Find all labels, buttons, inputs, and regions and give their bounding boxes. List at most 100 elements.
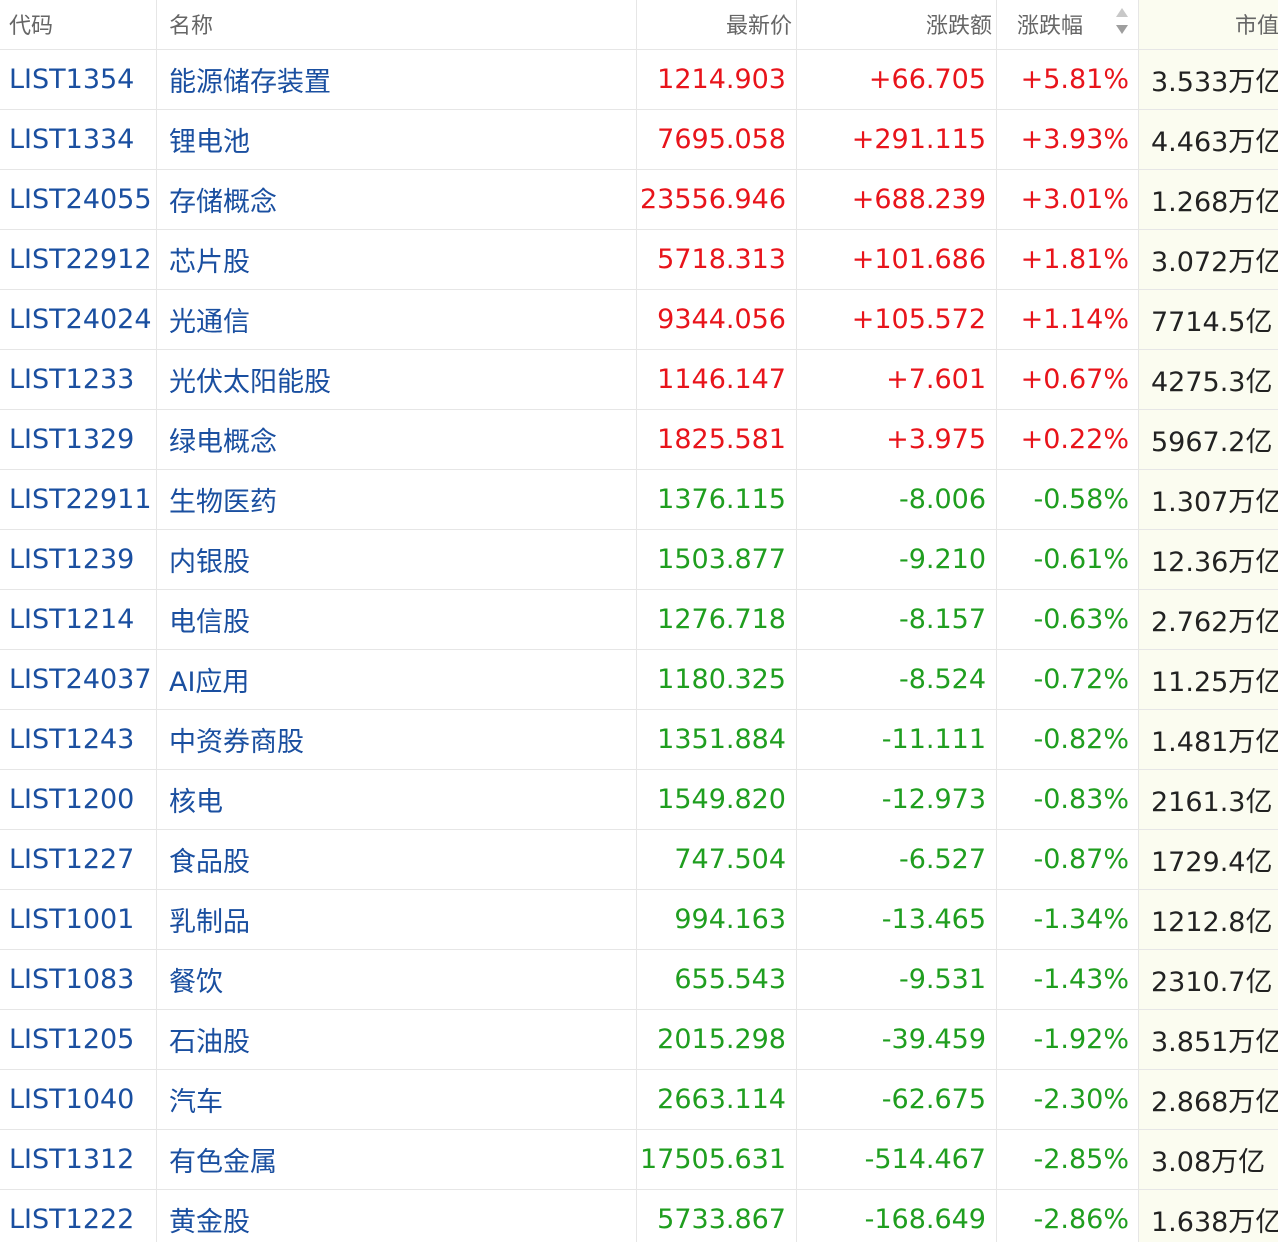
header-pct[interactable]: 涨跌幅 xyxy=(997,0,1139,49)
code-cell[interactable]: LIST1200 xyxy=(0,770,157,829)
pct-cell: +3.93% xyxy=(997,110,1139,169)
pct-cell: -2.86% xyxy=(997,1190,1139,1242)
change-cell: +688.239 xyxy=(797,170,997,229)
table-row[interactable]: LIST22912 芯片股 5718.313 +101.686 +1.81% 3.072万… xyxy=(0,230,1278,290)
code-cell[interactable]: LIST22912 xyxy=(0,230,157,289)
table-row[interactable]: LIST1222 黄金股 5733.867 -168.649 -2.86% 1.638万亿 xyxy=(0,1190,1278,1242)
name-cell[interactable]: 芯片股 xyxy=(157,230,637,289)
name-cell[interactable]: 核电 xyxy=(157,770,637,829)
cap-cell: 1.638万亿 xyxy=(1139,1190,1278,1242)
change-cell: +66.705 xyxy=(797,50,997,109)
name-cell[interactable]: AI应用 xyxy=(157,650,637,709)
price-cell: 1503.877 xyxy=(637,530,797,589)
change-cell: -9.210 xyxy=(797,530,997,589)
name-cell[interactable]: 电信股 xyxy=(157,590,637,649)
header-price[interactable]: 最新价 xyxy=(637,0,797,49)
code-cell[interactable]: LIST22911 xyxy=(0,470,157,529)
cap-cell: 3.851万亿 xyxy=(1139,1010,1278,1069)
cap-cell: 12.36万亿 xyxy=(1139,530,1278,589)
name-cell[interactable]: 锂电池 xyxy=(157,110,637,169)
code-cell[interactable]: LIST1329 xyxy=(0,410,157,469)
header-change[interactable]: 涨跌额 xyxy=(797,0,997,49)
code-cell[interactable]: LIST24024 xyxy=(0,290,157,349)
pct-cell: +5.81% xyxy=(997,50,1139,109)
table-row[interactable]: LIST1329 绿电概念 1825.581 +3.975 +0.22% 5967.2亿 xyxy=(0,410,1278,470)
name-cell[interactable]: 食品股 xyxy=(157,830,637,889)
name-cell[interactable]: 生物医药 xyxy=(157,470,637,529)
code-cell[interactable]: LIST1354 xyxy=(0,50,157,109)
price-cell: 655.543 xyxy=(637,950,797,1009)
name-cell[interactable]: 有色金属 xyxy=(157,1130,637,1189)
cap-cell: 7714.5亿 xyxy=(1139,290,1278,349)
table-row[interactable]: LIST1214 电信股 1276.718 -8.157 -0.63% 2.762万亿 xyxy=(0,590,1278,650)
name-cell[interactable]: 石油股 xyxy=(157,1010,637,1069)
name-cell[interactable]: 存储概念 xyxy=(157,170,637,229)
table-row[interactable]: LIST1205 石油股 2015.298 -39.459 -1.92% 3.851万亿 xyxy=(0,1010,1278,1070)
price-cell: 1549.820 xyxy=(637,770,797,829)
pct-cell: -1.34% xyxy=(997,890,1139,949)
code-cell[interactable]: LIST1205 xyxy=(0,1010,157,1069)
code-cell[interactable]: LIST1312 xyxy=(0,1130,157,1189)
name-cell[interactable]: 能源储存装置 xyxy=(157,50,637,109)
code-cell[interactable]: LIST1001 xyxy=(0,890,157,949)
code-cell[interactable]: LIST1233 xyxy=(0,350,157,409)
name-cell[interactable]: 黄金股 xyxy=(157,1190,637,1242)
name-cell[interactable]: 内银股 xyxy=(157,530,637,589)
name-cell[interactable]: 汽车 xyxy=(157,1070,637,1129)
change-cell: +101.686 xyxy=(797,230,997,289)
table-row[interactable]: LIST1227 食品股 747.504 -6.527 -0.87% 1729.4亿 xyxy=(0,830,1278,890)
table-row[interactable]: LIST22911 生物医药 1376.115 -8.006 -0.58% 1.307万亿 xyxy=(0,470,1278,530)
code-cell[interactable]: LIST1239 xyxy=(0,530,157,589)
cap-cell: 11.25万亿 xyxy=(1139,650,1278,709)
table-row[interactable]: LIST1200 核电 1549.820 -12.973 -0.83% 2161.3亿 xyxy=(0,770,1278,830)
name-cell[interactable]: 中资券商股 xyxy=(157,710,637,769)
header-code[interactable]: 代码 xyxy=(0,0,157,49)
table-row[interactable]: LIST1239 内银股 1503.877 -9.210 -0.61% 12.36万亿 xyxy=(0,530,1278,590)
price-cell: 17505.631 xyxy=(637,1130,797,1189)
pct-cell: +0.67% xyxy=(997,350,1139,409)
name-cell[interactable]: 乳制品 xyxy=(157,890,637,949)
name-cell[interactable]: 绿电概念 xyxy=(157,410,637,469)
change-cell: +3.975 xyxy=(797,410,997,469)
sort-up-down-icon[interactable] xyxy=(1116,8,1128,38)
pct-cell: -0.58% xyxy=(997,470,1139,529)
code-cell[interactable]: LIST24055 xyxy=(0,170,157,229)
cap-cell: 2.868万亿 xyxy=(1139,1070,1278,1129)
code-cell[interactable]: LIST1040 xyxy=(0,1070,157,1129)
table-row[interactable]: LIST1312 有色金属 17505.631 -514.467 -2.85% 3.08万… xyxy=(0,1130,1278,1190)
table-row[interactable]: LIST1354 能源储存装置 1214.903 +66.705 +5.81% 3.533… xyxy=(0,50,1278,110)
price-cell: 2663.114 xyxy=(637,1070,797,1129)
cap-cell: 4275.3亿 xyxy=(1139,350,1278,409)
table-row[interactable]: LIST24024 光通信 9344.056 +105.572 +1.14% 7714.5… xyxy=(0,290,1278,350)
code-cell[interactable]: LIST1227 xyxy=(0,830,157,889)
name-cell[interactable]: 餐饮 xyxy=(157,950,637,1009)
code-cell[interactable]: LIST1334 xyxy=(0,110,157,169)
code-cell[interactable]: LIST1083 xyxy=(0,950,157,1009)
cap-cell: 4.463万亿 xyxy=(1139,110,1278,169)
name-cell[interactable]: 光伏太阳能股 xyxy=(157,350,637,409)
cap-cell: 1729.4亿 xyxy=(1139,830,1278,889)
table-row[interactable]: LIST24037 AI应用 1180.325 -8.524 -0.72% 11.25万亿 xyxy=(0,650,1278,710)
pct-cell: -0.61% xyxy=(997,530,1139,589)
table-row[interactable]: LIST1243 中资券商股 1351.884 -11.111 -0.82% 1.481万… xyxy=(0,710,1278,770)
table-row[interactable]: LIST1233 光伏太阳能股 1146.147 +7.601 +0.67% 4275.3… xyxy=(0,350,1278,410)
code-cell[interactable]: LIST1214 xyxy=(0,590,157,649)
table-row[interactable]: LIST1083 餐饮 655.543 -9.531 -1.43% 2310.7亿 xyxy=(0,950,1278,1010)
change-cell: -12.973 xyxy=(797,770,997,829)
price-cell: 2015.298 xyxy=(637,1010,797,1069)
price-cell: 9344.056 xyxy=(637,290,797,349)
cap-cell: 2.762万亿 xyxy=(1139,590,1278,649)
table-row[interactable]: LIST1040 汽车 2663.114 -62.675 -2.30% 2.868万亿 xyxy=(0,1070,1278,1130)
header-name[interactable]: 名称 xyxy=(157,0,637,49)
code-cell[interactable]: LIST1222 xyxy=(0,1190,157,1242)
header-cap[interactable]: 市值 xyxy=(1139,0,1278,49)
change-cell: +105.572 xyxy=(797,290,997,349)
code-cell[interactable]: LIST24037 xyxy=(0,650,157,709)
name-cell[interactable]: 光通信 xyxy=(157,290,637,349)
table-row[interactable]: LIST1334 锂电池 7695.058 +291.115 +3.93% 4.463万亿 xyxy=(0,110,1278,170)
table-row[interactable]: LIST1001 乳制品 994.163 -13.465 -1.34% 1212.8亿 xyxy=(0,890,1278,950)
price-cell: 1825.581 xyxy=(637,410,797,469)
change-cell: +7.601 xyxy=(797,350,997,409)
table-row[interactable]: LIST24055 存储概念 23556.946 +688.239 +3.01% 1.26… xyxy=(0,170,1278,230)
code-cell[interactable]: LIST1243 xyxy=(0,710,157,769)
